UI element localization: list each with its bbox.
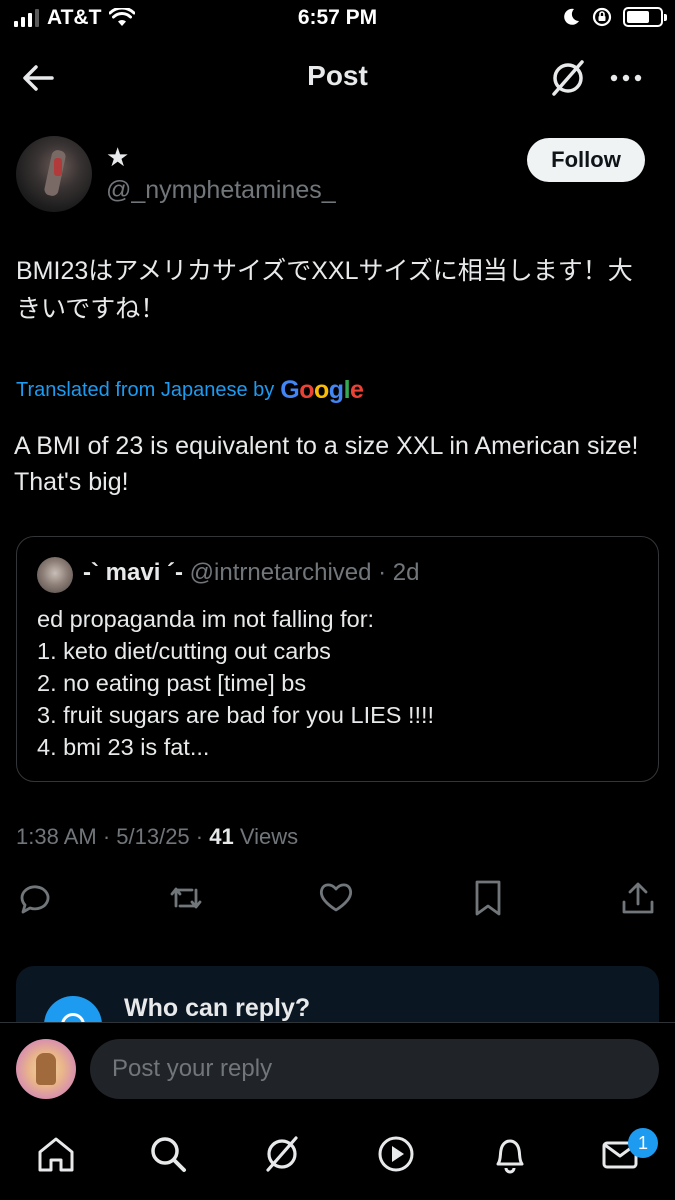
quote-line: 2. no eating past [time] bs: [37, 670, 307, 696]
author-display-name[interactable]: ★: [106, 142, 129, 173]
quote-author-name: -` mavi ´-: [83, 559, 184, 586]
user-avatar[interactable]: [16, 1039, 76, 1099]
bottom-nav: [0, 1112, 675, 1200]
translated-label: Translated from Japanese by: [16, 379, 275, 401]
orientation-lock-icon: [592, 7, 612, 27]
search-icon[interactable]: [146, 1132, 190, 1176]
views-count: 41: [209, 824, 234, 849]
messages-badge: 1: [628, 1128, 658, 1158]
like-icon[interactable]: [316, 876, 356, 920]
reply-icon[interactable]: [14, 876, 54, 920]
bookmark-icon[interactable]: [468, 876, 508, 920]
quote-line: 1. keto diet/cutting out carbs: [37, 638, 331, 664]
grok-nav-icon[interactable]: [260, 1132, 304, 1176]
timestamp-text: 1:38 AM · 5/13/25 ·: [16, 824, 210, 849]
post-timestamp: 1:38 AM · 5/13/25 · 41 Views: [16, 824, 298, 850]
translation-attribution[interactable]: Translated from Japanese by Google: [16, 376, 364, 405]
home-icon[interactable]: [34, 1132, 78, 1176]
quote-body: ed propaganda im not falling for: 1. ket…: [37, 603, 637, 763]
quote-meta: @intrnetarchived · 2d: [183, 559, 420, 586]
quote-header: -` mavi ´- @intrnetarchived · 2d: [83, 559, 420, 587]
notifications-icon[interactable]: [488, 1132, 532, 1176]
who-can-reply-title: Who can reply?: [124, 994, 311, 1022]
action-bar: [0, 876, 675, 922]
google-logo: Google: [280, 376, 364, 404]
follow-button[interactable]: Follow: [527, 138, 645, 182]
tweet-text: BMI23はアメリカサイズでXXLサイズに相当します！大きいですね！: [16, 257, 633, 323]
grok-icon[interactable]: [546, 56, 590, 100]
quote-line: 4. bmi 23 is fat...: [37, 734, 210, 760]
views-label: Views: [233, 824, 299, 849]
quoted-post[interactable]: -` mavi ´- @intrnetarchived · 2d ed prop…: [16, 536, 659, 782]
post-header: Post: [0, 40, 675, 115]
translated-text: A BMI of 23 is equivalent to a size XXL …: [14, 432, 639, 496]
reply-input[interactable]: [90, 1039, 659, 1099]
battery-icon: [623, 7, 667, 27]
status-bar: AT&T 6:57 PM: [0, 0, 675, 40]
quote-line: 3. fruit sugars are bad for you LIES !!!…: [37, 702, 435, 728]
quote-avatar[interactable]: [37, 557, 73, 593]
reply-composer: [0, 1022, 675, 1110]
author-avatar[interactable]: [16, 136, 92, 212]
more-icon[interactable]: [604, 56, 648, 100]
share-icon[interactable]: [618, 876, 658, 920]
quote-line: ed propaganda im not falling for:: [37, 606, 375, 632]
author-username[interactable]: @_nymphetamines_: [106, 176, 336, 205]
video-icon[interactable]: [374, 1132, 418, 1176]
retweet-icon[interactable]: [166, 876, 206, 920]
moon-icon: [564, 8, 579, 25]
status-right: [561, 6, 667, 28]
